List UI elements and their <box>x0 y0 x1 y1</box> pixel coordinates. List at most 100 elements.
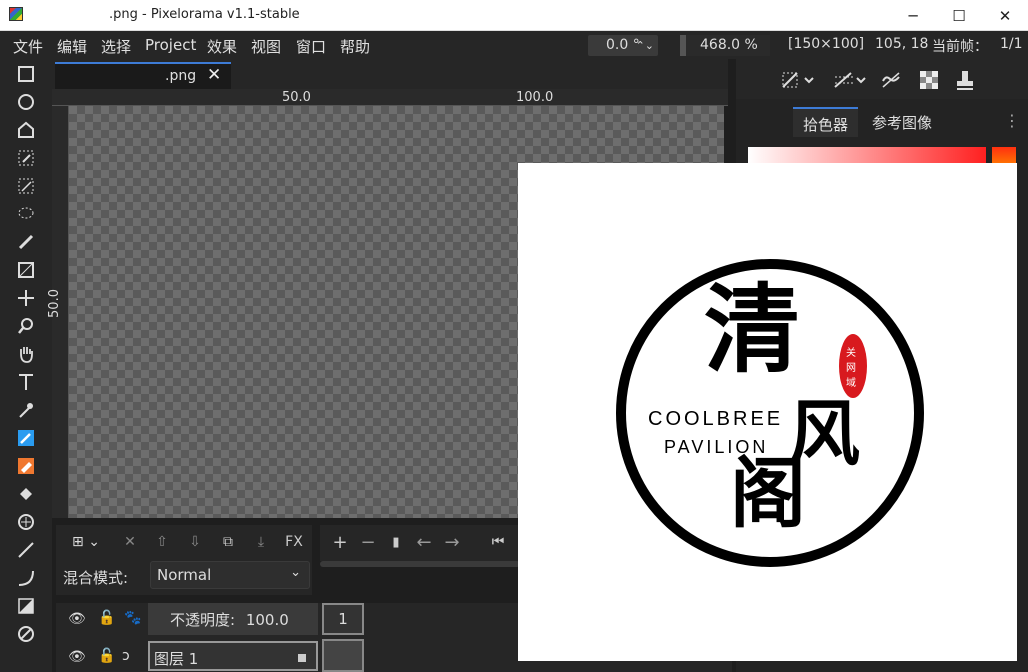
right-toolbar <box>736 59 1028 99</box>
paint-select-icon[interactable] <box>14 231 38 253</box>
menu-file[interactable]: 文件 <box>13 36 43 57</box>
text-tool-icon[interactable] <box>14 371 38 393</box>
blend-mode-value: Normal <box>157 566 212 584</box>
blend-mode-select[interactable]: Normal ⌄ <box>150 561 310 589</box>
eraser-icon[interactable] <box>14 455 38 477</box>
document-tab-bar: .png ✕ <box>52 59 728 89</box>
merge-down-icon[interactable]: ⤓ <box>249 531 273 553</box>
crop-icon[interactable] <box>14 259 38 281</box>
rect-select-icon[interactable] <box>14 63 38 85</box>
opacity-spinbox[interactable]: 不透明度: 100.0 <box>148 603 318 635</box>
add-layer-icon[interactable]: ⊞ ⌄ <box>64 531 108 553</box>
layer-lock-icon[interactable]: 🔓 <box>98 648 115 664</box>
overlay-image: 清 风 阁 COOLBREE PAVILION 关 网 域 <box>518 163 1017 661</box>
menu-project[interactable]: Project <box>145 36 196 54</box>
frame-counter: 1/1 <box>1000 36 1023 52</box>
logo-text-line2: PAVILION <box>664 437 768 457</box>
stamp-icon[interactable] <box>950 67 980 93</box>
remove-frame-icon[interactable]: − <box>356 531 380 553</box>
zoom-spinbox[interactable]: 468.0 % <box>680 35 770 56</box>
layer-row[interactable]: 图层 1 <box>148 641 318 671</box>
lock-icon[interactable]: 🔓 <box>98 610 115 626</box>
tool-panel <box>0 59 52 672</box>
app-icon <box>9 7 23 21</box>
panel-menu-icon[interactable]: ⋮ <box>1004 111 1020 130</box>
close-tab-icon[interactable]: ✕ <box>207 65 221 85</box>
rectangle-icon[interactable] <box>14 595 38 617</box>
minimize-button[interactable]: ─ <box>890 0 936 31</box>
ruler-label: 50.0 <box>282 90 311 105</box>
logo-graphic: 清 风 阁 COOLBREE PAVILION 关 网 域 <box>616 259 924 567</box>
logo-char-ge: 阁 <box>730 449 806 538</box>
menu-select[interactable]: 选择 <box>101 36 131 57</box>
pan-hand-icon[interactable] <box>14 343 38 365</box>
app-window: 文件 编辑 选择 Project 效果 视图 窗口 帮助 0.0 ° ⌃⌄ 46… <box>0 31 1028 672</box>
seal-char-1: 关 <box>846 346 856 359</box>
move-frame-left-icon[interactable]: ← <box>412 531 436 553</box>
spin-arrows-icon[interactable]: ⌃⌄ <box>636 35 654 56</box>
tab-color-picker[interactable]: 拾色器 <box>793 107 859 137</box>
move-layer-up-icon[interactable]: ⇧ <box>150 531 174 553</box>
shading-icon[interactable] <box>14 511 38 533</box>
document-tab-label: .png <box>165 68 197 84</box>
line-icon[interactable] <box>14 539 38 561</box>
ellipse-select-icon[interactable] <box>14 91 38 113</box>
bucket-icon[interactable] <box>14 483 38 505</box>
layer-visibility-icon[interactable]: 👁 <box>68 649 86 665</box>
maximize-button[interactable]: ☐ <box>936 0 982 31</box>
menu-help[interactable]: 帮助 <box>340 36 370 57</box>
first-frame-icon[interactable]: ⏮ <box>486 531 510 553</box>
opacity-label: 不透明度: <box>170 611 236 629</box>
tab-reference-images[interactable]: 参考图像 <box>862 107 942 137</box>
ellipse-icon[interactable] <box>14 623 38 645</box>
window-title: .png - Pixelorama v1.1-stable <box>109 7 300 22</box>
zoom-icon[interactable] <box>14 315 38 337</box>
layer-type-icon <box>298 654 306 662</box>
pixel-perfect-icon[interactable] <box>876 67 906 93</box>
menu-bar: 文件 编辑 选择 Project 效果 视图 窗口 帮助 0.0 ° ⌃⌄ 46… <box>0 31 1028 59</box>
move-layer-down-icon[interactable]: ⇩ <box>183 531 207 553</box>
color-select-icon[interactable] <box>14 147 38 169</box>
ruler-label: 100.0 <box>516 90 554 105</box>
menu-window[interactable]: 窗口 <box>296 36 326 57</box>
layer-link-icon[interactable]: ↄ <box>122 648 130 664</box>
layer-toolbar: ⊞ ⌄ ✕ ⇧ ⇩ ⧉ ⤓ FX 混合模式: Normal ⌄ <box>56 525 312 595</box>
frame-number-button[interactable]: 1 <box>322 603 364 635</box>
mirror-h-icon[interactable] <box>776 67 822 93</box>
menu-effects[interactable]: 效果 <box>207 36 237 57</box>
layer-fx-button[interactable]: FX <box>282 531 306 553</box>
blend-mode-label: 混合模式: <box>63 569 129 587</box>
menu-edit[interactable]: 编辑 <box>57 36 87 57</box>
cel-thumbnail[interactable] <box>322 639 364 672</box>
current-frame-label: 当前帧： <box>932 39 988 55</box>
link-icon[interactable]: 🐾 <box>124 610 141 626</box>
ruler-label: 50.0 <box>46 289 62 318</box>
move-frame-right-icon[interactable]: → <box>440 531 464 553</box>
seal-char-2: 网 <box>846 362 856 374</box>
lasso-icon[interactable] <box>14 203 38 225</box>
vertical-ruler: 50.0 <box>47 106 69 518</box>
rotation-spinbox[interactable]: 0.0 ° ⌃⌄ <box>588 35 658 56</box>
logo-text-line1: COOLBREE <box>648 408 783 430</box>
clone-layer-icon[interactable]: ⧉ <box>216 531 240 553</box>
visibility-eye-icon[interactable]: 👁 <box>68 611 86 627</box>
cursor-position: 105, 18 <box>875 36 929 52</box>
mirror-v-icon[interactable] <box>828 67 874 93</box>
move-icon[interactable] <box>14 287 38 309</box>
timeline-scrollbar[interactable] <box>320 561 520 567</box>
clone-frame-icon[interactable]: ▮ <box>384 531 408 553</box>
add-frame-icon[interactable]: + <box>328 531 352 553</box>
close-button[interactable]: ✕ <box>982 0 1028 31</box>
zoom-value: 468.0 % <box>700 37 758 53</box>
menu-view[interactable]: 视图 <box>251 36 281 57</box>
curve-icon[interactable] <box>14 567 38 589</box>
layer-name: 图层 1 <box>154 650 199 668</box>
alpha-lock-icon[interactable] <box>914 67 944 93</box>
document-tab[interactable]: .png ✕ <box>55 62 231 89</box>
window-title-bar: .png - Pixelorama v1.1-stable ─ ☐ ✕ <box>0 0 1028 31</box>
polygon-select-icon[interactable] <box>14 119 38 141</box>
magic-wand-icon[interactable] <box>14 175 38 197</box>
pencil-icon[interactable] <box>14 427 38 449</box>
color-picker-icon[interactable] <box>14 399 38 421</box>
remove-layer-icon[interactable]: ✕ <box>118 531 142 553</box>
